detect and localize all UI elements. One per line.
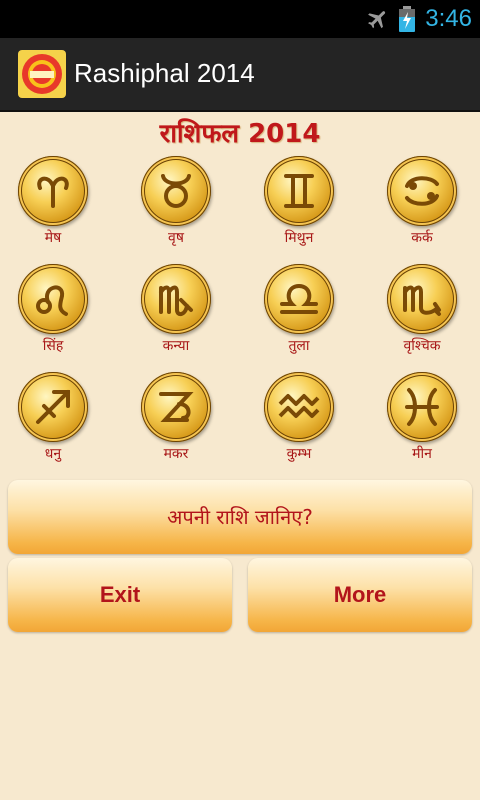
more-button[interactable]: More	[248, 558, 472, 632]
status-clock: 3:46	[425, 5, 472, 32]
sign-label: वृश्चिक	[403, 338, 441, 354]
virgo-icon[interactable]	[141, 264, 211, 334]
capricorn-icon[interactable]	[141, 372, 211, 442]
app-logo-icon[interactable]	[18, 50, 66, 98]
sign-sagittarius[interactable]: धनु	[0, 372, 108, 476]
zodiac-grid: मेष वृष मिथुन कर्क सिंह कन्या तुला वृश्च…	[0, 156, 480, 468]
sign-gemini[interactable]: मिथुन	[244, 156, 354, 260]
sign-pisces[interactable]: मीन	[367, 372, 477, 476]
sign-label: तुला	[288, 338, 310, 354]
pisces-icon[interactable]	[387, 372, 457, 442]
sign-cancer[interactable]: कर्क	[367, 156, 477, 260]
sign-label: सिंह	[42, 338, 64, 354]
sign-virgo[interactable]: कन्या	[121, 264, 231, 368]
sign-taurus[interactable]: वृष	[121, 156, 231, 260]
sign-label: मकर	[163, 446, 189, 462]
app-title: Rashiphal 2014	[74, 58, 255, 88]
libra-icon[interactable]	[264, 264, 334, 334]
aries-icon[interactable]	[18, 156, 88, 226]
leo-icon[interactable]	[18, 264, 88, 334]
know-your-sign-button[interactable]: अपनी राशि जानिए?	[8, 480, 472, 554]
sign-label: कर्क	[411, 230, 433, 246]
airplane-mode-icon	[368, 11, 386, 29]
page-title: राशिफल 2014	[159, 119, 321, 149]
sign-label: कन्या	[162, 338, 190, 354]
sign-capricorn[interactable]: मकर	[121, 372, 231, 476]
exit-button[interactable]: Exit	[8, 558, 232, 632]
sagittarius-icon[interactable]	[18, 372, 88, 442]
sign-label: मेष	[44, 230, 62, 246]
status-bar: 3:46	[0, 0, 480, 38]
cancer-icon[interactable]	[387, 156, 457, 226]
gemini-icon[interactable]	[264, 156, 334, 226]
sign-scorpio[interactable]: वृश्चिक	[367, 264, 477, 368]
sign-label: धनु	[44, 446, 62, 462]
scorpio-icon[interactable]	[387, 264, 457, 334]
sign-libra[interactable]: तुला	[244, 264, 354, 368]
sign-label: वृष	[168, 230, 184, 246]
sign-aquarius[interactable]: कुम्भ	[244, 372, 354, 476]
sign-label: मिथुन	[284, 230, 314, 246]
taurus-icon[interactable]	[141, 156, 211, 226]
battery-charging-icon	[399, 6, 415, 32]
sign-label: कुम्भ	[286, 446, 312, 462]
aquarius-icon[interactable]	[264, 372, 334, 442]
action-bar: Rashiphal 2014	[0, 38, 480, 112]
sign-aries[interactable]: मेष	[0, 156, 108, 260]
sign-label: मीन	[412, 446, 432, 462]
sign-leo[interactable]: सिंह	[0, 264, 108, 368]
